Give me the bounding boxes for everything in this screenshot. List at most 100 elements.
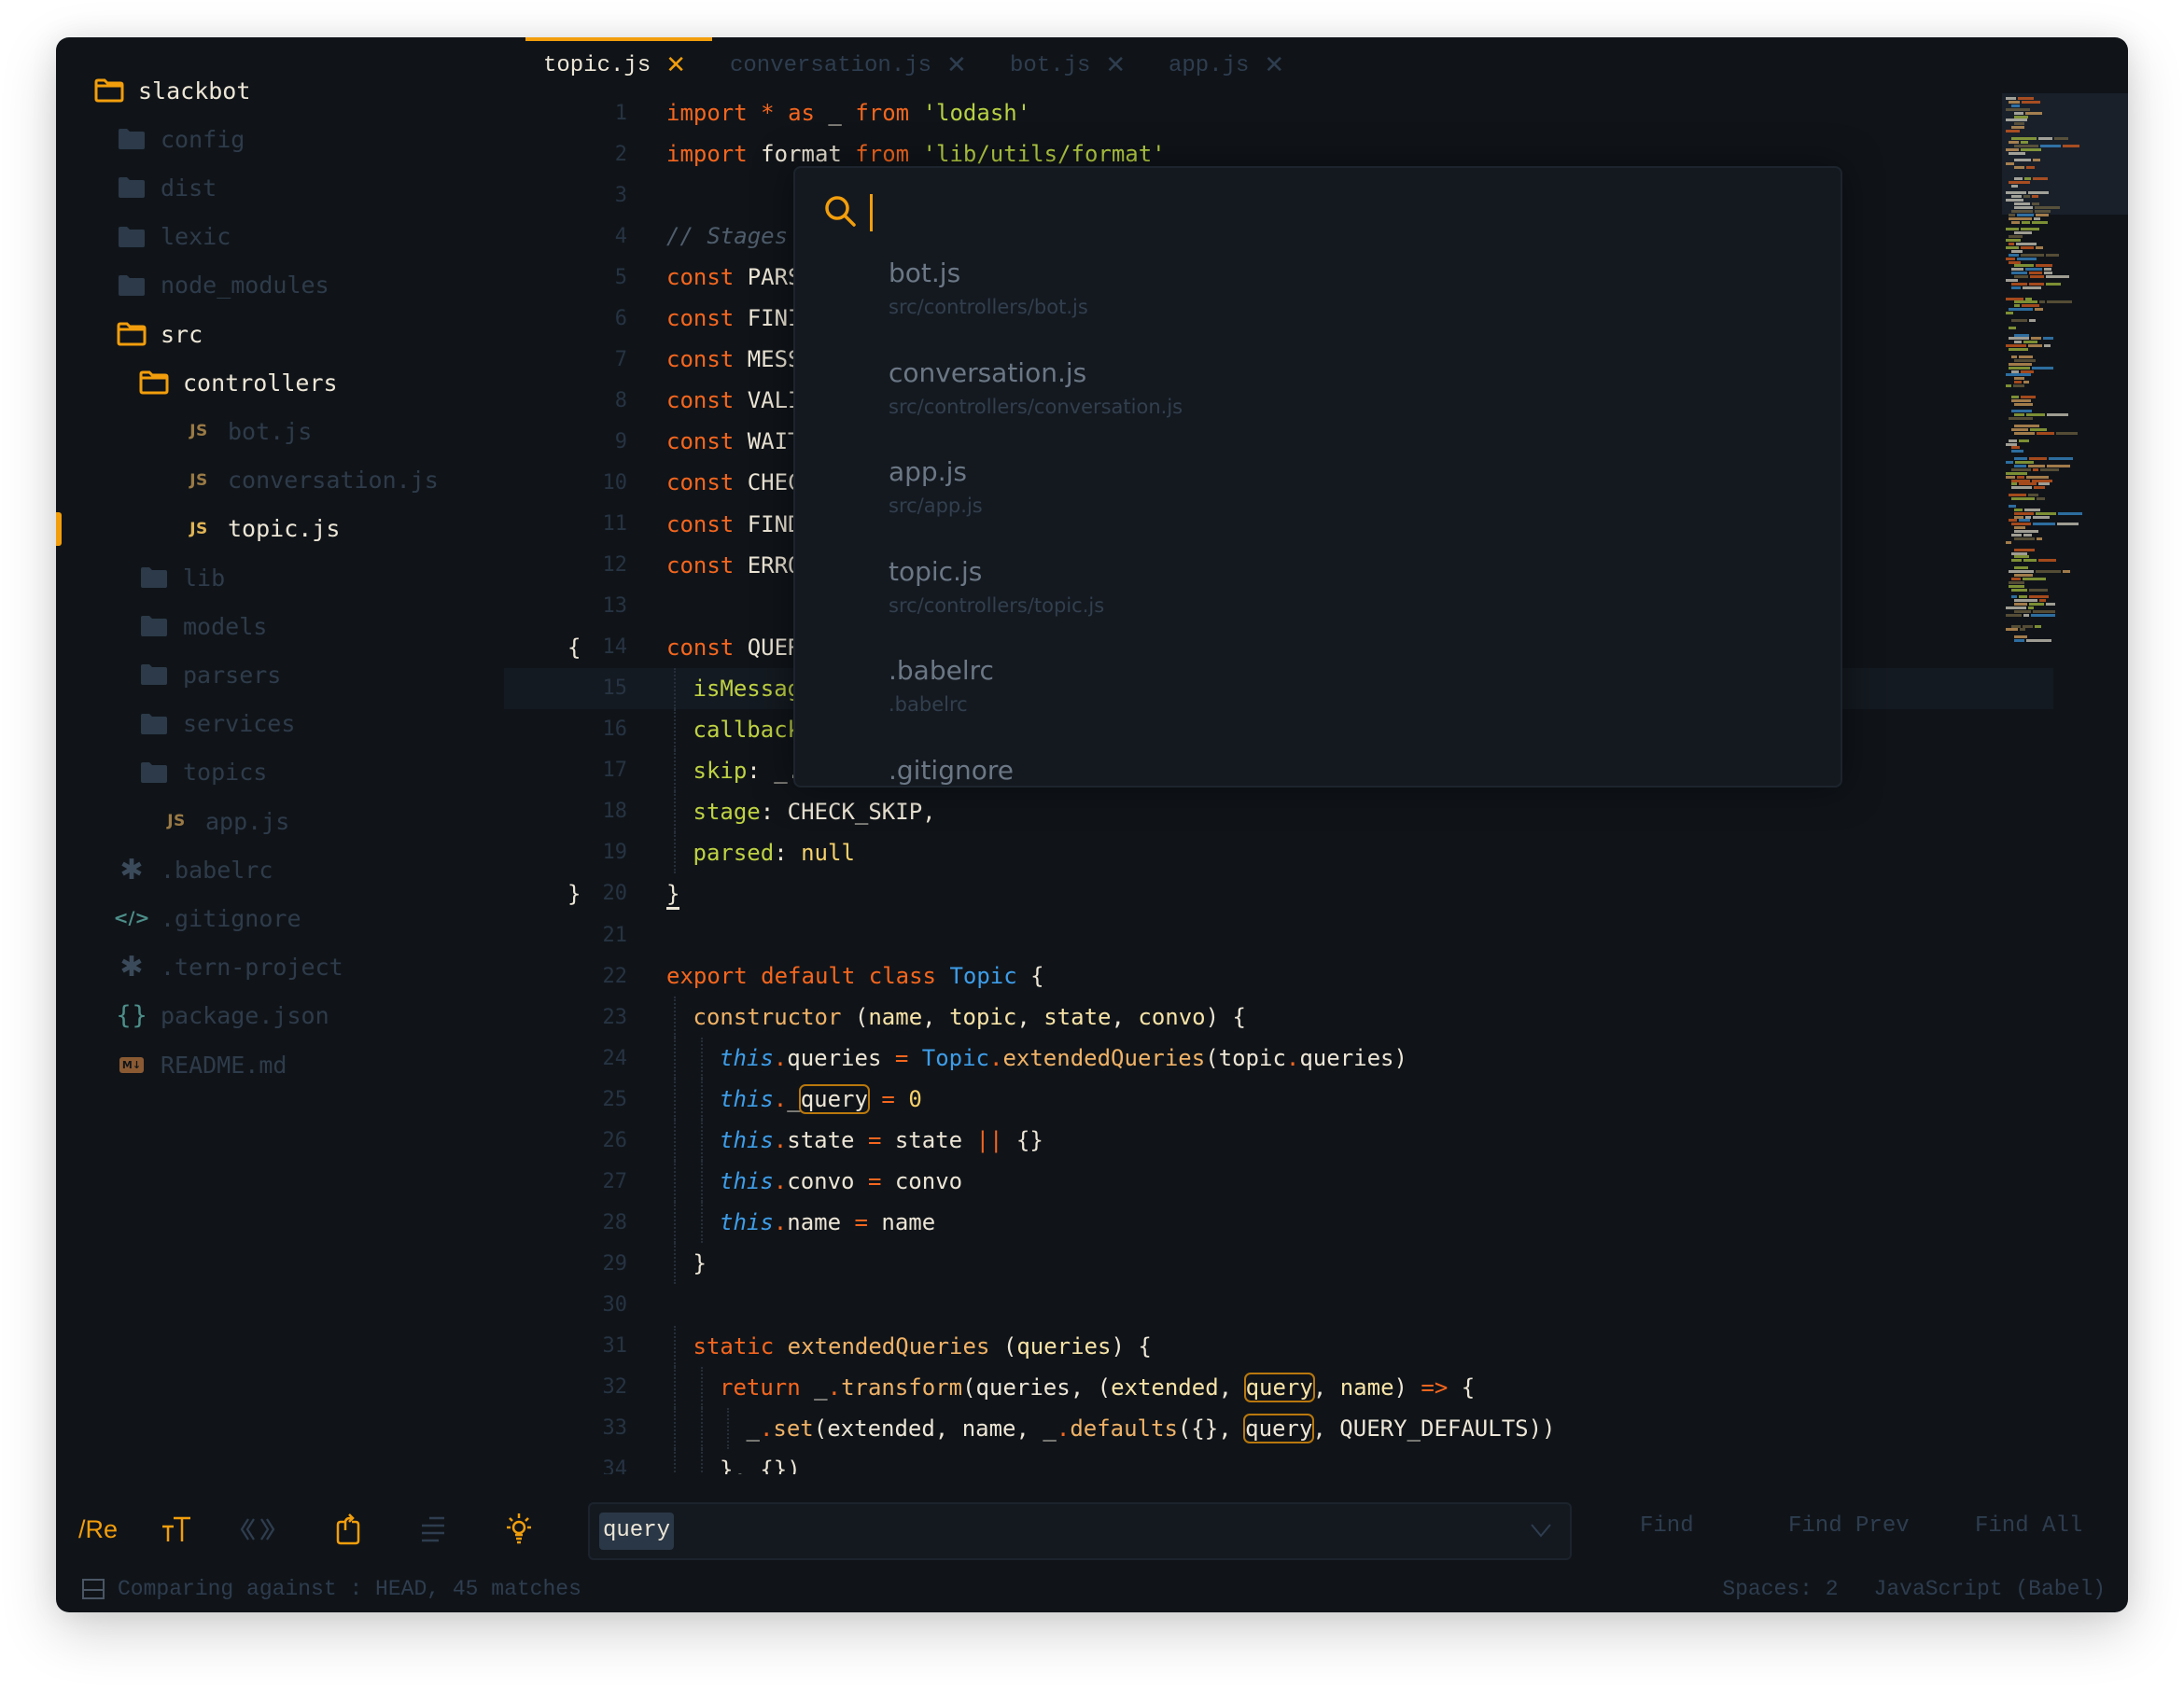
find-button[interactable]: Find — [1640, 1513, 1694, 1539]
close-icon[interactable]: ✕ — [1264, 51, 1284, 79]
minimap-line — [2011, 467, 2031, 471]
tree-item-config[interactable]: config — [116, 119, 245, 160]
tree-item-bot-js[interactable]: JS bot.js — [183, 411, 312, 452]
tree-item-label: .tern-project — [161, 954, 343, 982]
panel-toggle-icon[interactable] — [82, 1579, 105, 1599]
wrap-toggle[interactable] — [336, 1513, 360, 1545]
code-line[interactable]: } 20} — [504, 873, 2053, 914]
tree-item-models[interactable]: models — [138, 606, 267, 647]
indent-guide — [674, 1243, 676, 1285]
tree-item-tern-project[interactable]: ✱ .tern-project — [116, 947, 343, 988]
minimap-line — [2028, 464, 2045, 467]
tree-item-babelrc[interactable]: ✱ .babelrc — [116, 849, 273, 890]
code-line[interactable]: 29} — [504, 1243, 2053, 1285]
tab-bot-js[interactable]: bot.js ✕ — [1010, 37, 1126, 93]
code-line[interactable]: 1 import * as _ from 'lodash' — [504, 93, 2053, 133]
quick-open-result[interactable]: .gitignore — [889, 755, 1014, 787]
regex-toggle[interactable]: /Re — [78, 1513, 118, 1545]
in-selection-toggle[interactable] — [420, 1513, 446, 1545]
quick-open-input[interactable] — [879, 194, 1723, 233]
code-line[interactable]: 21 — [504, 914, 2053, 955]
quick-open-result[interactable]: app.js src/app.js — [889, 456, 983, 517]
whole-word-toggle[interactable] — [239, 1513, 276, 1545]
find-prev-button[interactable]: Find Prev — [1788, 1513, 1910, 1539]
syntax-selector[interactable]: JavaScript (Babel) — [1874, 1577, 2106, 1601]
quick-open-result[interactable]: conversation.js src/controllers/conversat… — [889, 357, 1183, 418]
minimap-line — [2046, 275, 2069, 279]
quick-open-result[interactable]: bot.js src/controllers/bot.js — [889, 258, 1088, 318]
tree-item-parsers[interactable]: parsers — [138, 654, 281, 695]
code-line[interactable]: 23 constructor (name, topic, state, convo… — [504, 997, 2053, 1039]
code-line[interactable]: 28 this.name = name — [504, 1202, 2053, 1244]
code-line[interactable]: 19 parsed: null — [504, 831, 2053, 873]
tree-item-topics[interactable]: topics — [138, 752, 267, 793]
line-number: 11 — [602, 512, 628, 536]
minimap-line — [2017, 475, 2024, 479]
tree-item-readme-md[interactable]: M↓ README.md — [116, 1044, 287, 1085]
chevron-down-icon[interactable] — [1529, 1517, 1553, 1545]
tree-item-package-json[interactable]: {} package.json — [116, 996, 329, 1037]
code-line[interactable]: 25 this._query = 0 — [504, 1079, 2053, 1121]
minimap-line — [2018, 97, 2034, 100]
tab-topic-js[interactable]: topic.js ✕ — [543, 37, 686, 93]
folder-icon — [138, 614, 170, 638]
minimap-line — [2014, 515, 2023, 519]
folder-icon — [138, 565, 170, 590]
find-input[interactable]: query — [588, 1502, 1572, 1560]
close-icon[interactable]: ✕ — [946, 51, 967, 79]
code-token: topic — [949, 1004, 1017, 1031]
minimap-line — [2033, 159, 2040, 162]
close-icon[interactable]: ✕ — [1105, 51, 1126, 79]
minimap-line — [2014, 202, 2030, 206]
tab-label: topic.js — [543, 52, 651, 78]
minimap-line — [2009, 151, 2025, 155]
code-line[interactable]: 27 this.convo = convo — [504, 1161, 2053, 1203]
minimap-line — [2011, 410, 2032, 413]
find-all-button[interactable]: Find All — [1975, 1513, 2082, 1539]
minimap-line — [2019, 519, 2030, 523]
minimap-line — [2023, 613, 2029, 617]
code-line[interactable]: 18 stage: CHECK_SKIP, — [504, 790, 2053, 832]
minimap[interactable] — [2002, 93, 2128, 653]
tree-item-src[interactable]: src — [116, 314, 203, 355]
tree-item-controllers[interactable]: controllers — [138, 362, 338, 403]
tree-item-dist[interactable]: dist — [116, 167, 217, 208]
tree-item-lib[interactable]: lib — [138, 557, 225, 598]
minimap-line — [2022, 304, 2039, 308]
tab-app-js[interactable]: app.js ✕ — [1169, 37, 1284, 93]
code-line[interactable]: 30 — [504, 1284, 2053, 1325]
highlight-matches-toggle[interactable] — [502, 1513, 536, 1545]
code-line[interactable]: 22 export default class Topic { — [504, 955, 2053, 997]
minimap-line — [2009, 260, 2021, 264]
quick-open-result[interactable]: topic.js src/controllers/topic.js — [889, 556, 1104, 617]
tree-item-slackbot[interactable]: slackbot — [93, 70, 250, 111]
tab-conversation-js[interactable]: conversation.js ✕ — [730, 37, 967, 93]
tree-item-app-js[interactable]: JS app.js — [161, 801, 289, 842]
folder-icon — [138, 662, 170, 687]
line-number: 18 — [602, 800, 628, 824]
minimap-line — [2009, 584, 2024, 588]
code-line[interactable]: 34}, {}) — [504, 1448, 2053, 1474]
tree-item-lexic[interactable]: lexic — [116, 216, 231, 258]
minimap-line — [2031, 613, 2055, 617]
tree-item-node-modules[interactable]: node_modules — [116, 265, 329, 306]
close-icon[interactable]: ✕ — [665, 51, 686, 79]
quick-open-result[interactable]: .babelrc .babelrc — [889, 655, 994, 716]
code-line[interactable]: 33 _.set(extended, name, _.defaults({}, q… — [504, 1407, 2053, 1449]
line-number: 30 — [602, 1292, 628, 1317]
tree-item-topic-js[interactable]: JS topic.js — [183, 509, 340, 550]
code-line[interactable]: 32 return _.transform(queries, (extended,… — [504, 1366, 2053, 1408]
find-input-value[interactable]: query — [599, 1513, 675, 1550]
code-line[interactable]: 31 static extendedQueries (queries) { — [504, 1325, 2053, 1367]
tree-item-services[interactable]: services — [138, 704, 295, 745]
tree-item-conversation-js[interactable]: JS conversation.js — [183, 460, 439, 501]
code-line[interactable]: 26 this.state = state || {} — [504, 1120, 2053, 1162]
code-line[interactable]: 24 this.queries = Topic.extendedQueries(t… — [504, 1038, 2053, 1080]
minimap-line — [2011, 209, 2033, 213]
case-sensitive-toggle[interactable] — [161, 1513, 192, 1545]
code-text: this.state = state || {} — [720, 1127, 1043, 1153]
indentation-setting[interactable]: Spaces: 2 — [1722, 1577, 1838, 1601]
tree-item-gitignore[interactable]: </> .gitignore — [114, 898, 301, 939]
quick-open-search[interactable] — [823, 194, 1723, 233]
